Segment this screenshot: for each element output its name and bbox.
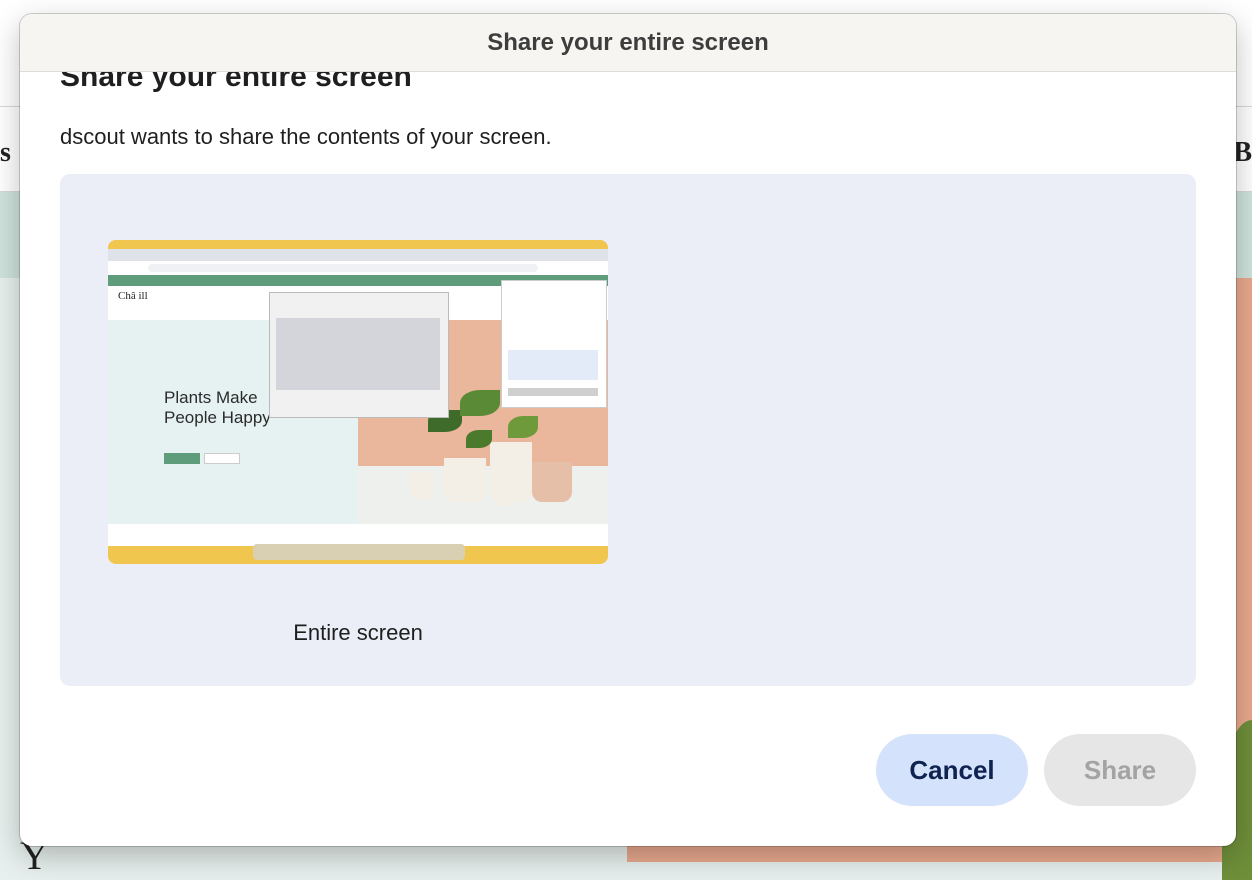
preview-popup-box (508, 350, 598, 380)
background-nav-left-text: s (0, 137, 11, 168)
preview-menubar (108, 240, 608, 249)
entire-screen-thumbnail: Châ ill Plants Make People Happy (108, 240, 608, 564)
preview-logo: Châ ill (118, 290, 148, 302)
preview-dock (253, 544, 465, 560)
preview-leaf (508, 416, 538, 438)
preview-primary-button (164, 453, 200, 464)
preview-leaf (460, 390, 500, 416)
share-button[interactable]: Share (1044, 734, 1196, 806)
cancel-button[interactable]: Cancel (876, 734, 1028, 806)
preview-footer (108, 524, 608, 546)
dialog-titlebar: Share your entire screen (20, 14, 1236, 72)
preview-hero-title-line2: People Happy (164, 408, 271, 427)
preview-browser-tabs (108, 249, 608, 261)
preview-url-box (148, 264, 538, 272)
preview-pot (444, 458, 486, 502)
dialog-description: dscout wants to share the contents of yo… (60, 124, 552, 149)
entire-screen-source[interactable]: Châ ill Plants Make People Happy (108, 240, 608, 564)
preview-hero-title-line1: Plants Make (164, 388, 258, 407)
preview-pot (494, 484, 518, 506)
entire-screen-label: Entire screen (293, 620, 423, 645)
preview-leaf (466, 430, 492, 448)
preview-pot (410, 472, 434, 500)
share-screen-dialog: Share your entire screen Share your enti… (20, 14, 1236, 846)
source-picker-panel: Châ ill Plants Make People Happy Entire … (60, 174, 1196, 686)
preview-popup-bar (508, 388, 598, 396)
preview-secondary-button (204, 453, 240, 464)
preview-hero-title: Plants Make People Happy (164, 388, 271, 428)
preview-pot (532, 462, 572, 502)
background-nav-right-text: B (1233, 137, 1252, 168)
preview-nested-dialog-thumbnail (276, 318, 440, 390)
